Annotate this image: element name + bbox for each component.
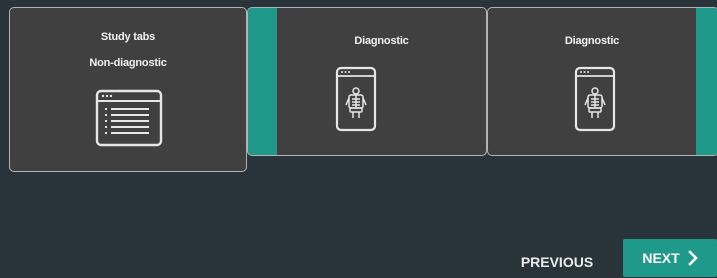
- card-title: Diagnostic: [564, 35, 620, 47]
- card-subtitle: Non-diagnostic: [89, 57, 167, 69]
- card-accent-bar: [248, 8, 277, 155]
- diagnostic-viewer-icon: [335, 66, 377, 132]
- previous-button[interactable]: PREVIOUS: [500, 245, 614, 277]
- study-tabs-icon: [95, 89, 163, 147]
- diagnostic-viewer-icon: [574, 66, 616, 132]
- chevron-right-icon: [687, 250, 698, 266]
- card-title: Diagnostic: [354, 35, 409, 47]
- card-title: Study tabs: [100, 31, 156, 43]
- card-accent-bar: [696, 8, 717, 155]
- layout-option-diagnostic-1[interactable]: Diagnostic: [247, 7, 487, 156]
- layout-option-study-tabs[interactable]: Study tabs Non-diagnostic: [9, 7, 247, 172]
- layout-option-diagnostic-2[interactable]: Diagnostic: [487, 7, 717, 156]
- next-button-label: NEXT: [642, 250, 680, 266]
- next-button[interactable]: NEXT: [623, 239, 717, 277]
